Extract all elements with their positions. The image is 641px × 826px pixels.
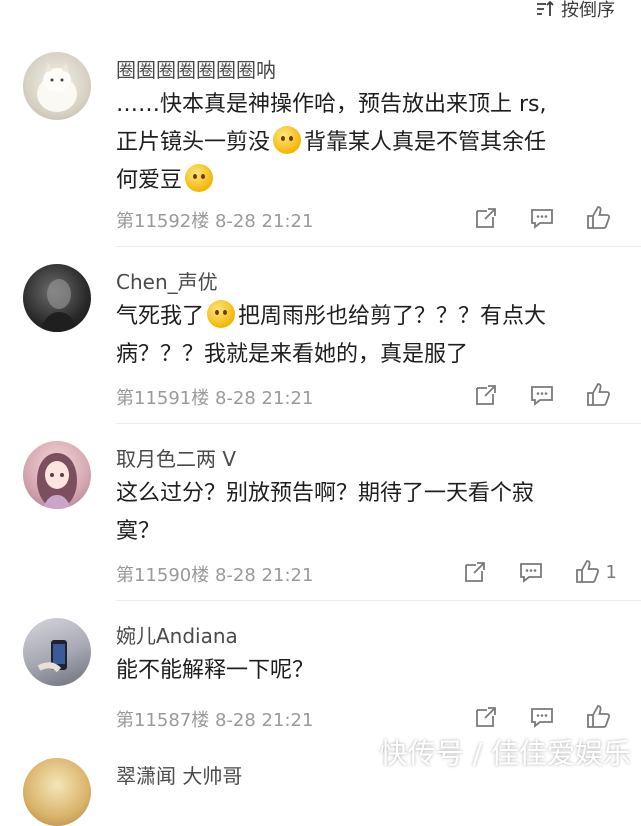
comment-icon (531, 386, 553, 406)
thumbs-up-icon (587, 383, 611, 406)
comment-line: 何爱豆 (116, 162, 616, 200)
like-count: 1 (605, 561, 617, 583)
comment-line: 这么过分？别放预告啊？期待了一天看个寂 (116, 481, 535, 506)
comment-text: 能不能解释一下呢？ (116, 652, 616, 690)
comment-line: 气死我了 把周雨彤也给剪了？？？有点大 (116, 298, 616, 336)
like-button[interactable]: 1 (574, 559, 617, 585)
username[interactable]: 取月色二两 V (116, 443, 236, 472)
avatar[interactable] (23, 441, 91, 509)
comment-line: ……快本真是神操作哈，预告放出来顶上 rs, (116, 92, 547, 117)
comment-icon (519, 563, 542, 583)
like-button[interactable] (585, 382, 617, 408)
thumbs-up-icon (587, 705, 611, 728)
username[interactable]: Chen_声优 (116, 266, 218, 295)
smile-emoji-icon (207, 300, 236, 328)
comment-actions (473, 704, 617, 730)
top-bar: 按倒序 (0, 0, 641, 24)
comment-actions: 1 (462, 559, 617, 585)
comment-fragment: 背靠某人真是不管其余任 (304, 130, 547, 155)
cat-avatar-image (37, 62, 77, 112)
sort-label: 按倒序 (561, 0, 615, 21)
share-button[interactable] (473, 382, 499, 408)
comment-meta: 第11590楼 8-28 21:21 (116, 565, 314, 586)
blush-emoji-icon (185, 164, 214, 192)
username[interactable]: 翠潇闻 大帅哥 (116, 760, 242, 789)
comment-line: 正片镜头一剪没 背靠某人真是不管其余任 (116, 124, 616, 162)
comment-meta: 第11592楼 8-28 21:21 (116, 211, 314, 232)
share-button[interactable] (462, 559, 488, 585)
comment-icon (531, 708, 553, 728)
portrait-avatar-image (41, 279, 77, 332)
watermark: 快传号 / 佳佳爱娱乐 (379, 737, 631, 770)
reply-button[interactable] (529, 382, 555, 408)
comment-fragment: 把周雨彤也给剪了？？？有点大 (238, 304, 547, 329)
comment-text: 这么过分？别放预告啊？期待了一天看个寂 寞？ (116, 475, 616, 551)
comment-meta: 第11587楼 8-28 21:21 (116, 710, 314, 731)
share-icon (464, 562, 485, 582)
comment-fragment: 气死我了 (116, 304, 205, 329)
like-button[interactable] (585, 704, 617, 730)
comment-fragment: 正片镜头一剪没 (116, 130, 271, 155)
comment-icon (531, 209, 553, 229)
comment-line: 寞？ (116, 519, 161, 544)
smile-emoji-icon (273, 126, 302, 154)
avatar[interactable] (23, 52, 91, 120)
comment-text: 气死我了 把周雨彤也给剪了？？？有点大 病？？？我就是来看她的，真是服了 (116, 298, 616, 374)
divider (116, 600, 641, 601)
username-suffix: 大帅哥 (182, 764, 243, 788)
reply-button[interactable] (518, 559, 544, 585)
avatar[interactable] (23, 758, 91, 826)
share-icon (476, 208, 496, 228)
sort-button[interactable]: 按倒序 (535, 0, 615, 22)
like-button[interactable] (585, 205, 617, 231)
share-icon (476, 707, 496, 727)
thumbs-up-icon (575, 560, 599, 583)
share-button[interactable] (473, 205, 499, 231)
avatar[interactable] (23, 264, 91, 332)
divider (116, 246, 641, 247)
reply-button[interactable] (529, 205, 555, 231)
reply-button[interactable] (529, 704, 555, 730)
comment-line: 能不能解释一下呢？ (116, 658, 315, 683)
phone-avatar-image (37, 640, 67, 673)
comment-text: ……快本真是神操作哈，预告放出来顶上 rs, 正片镜头一剪没 背靠某人真是不管其余… (116, 86, 616, 200)
username[interactable]: 圈圈圈圈圈圈圈呐 (116, 54, 276, 83)
share-button[interactable] (473, 704, 499, 730)
comment-line: 病？？？我就是来看她的，真是服了 (116, 342, 469, 367)
thumbs-up-icon (587, 206, 611, 229)
comment-actions (473, 205, 617, 231)
comment-meta: 第11591楼 8-28 21:21 (116, 388, 314, 409)
avatar[interactable] (23, 618, 91, 686)
username-text: 翠潇闻 (116, 764, 176, 788)
share-icon (476, 385, 496, 405)
comment-fragment: 何爱豆 (116, 168, 183, 193)
divider (116, 423, 641, 424)
username[interactable]: 婉儿Andiana (116, 620, 238, 649)
anime-girl-avatar-image (37, 453, 77, 509)
comment-actions (473, 382, 617, 408)
sort-order-icon (537, 0, 554, 16)
